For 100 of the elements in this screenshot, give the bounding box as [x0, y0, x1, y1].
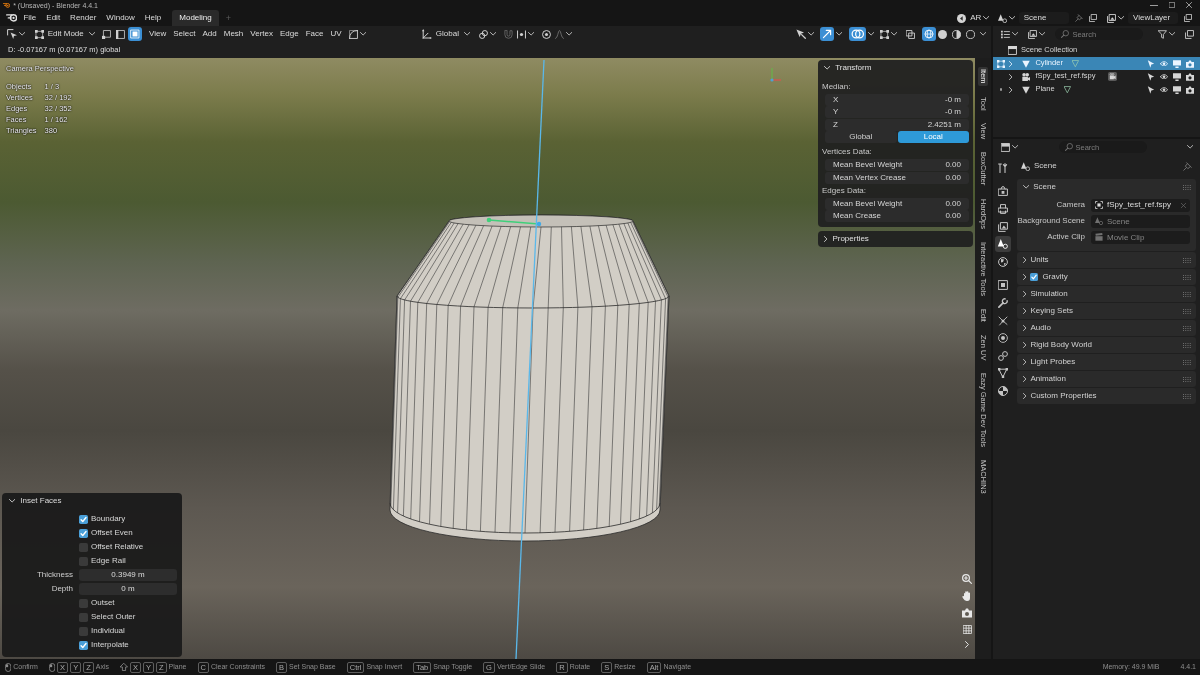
section-title[interactable]: Simulation	[1030, 289, 1068, 299]
number-field[interactable]: Mean Bevel Weight 0.00	[825, 159, 969, 171]
orientation-dropdown[interactable]: Global	[432, 29, 463, 39]
chevron-down-icon[interactable]	[1117, 16, 1124, 20]
image-stack-icon[interactable]	[1028, 29, 1038, 39]
chevron-right-icon[interactable]	[1023, 274, 1027, 280]
printer-icon[interactable]	[998, 204, 1008, 214]
scene-field[interactable]: Scene	[1091, 214, 1190, 228]
triangle-outline-icon[interactable]	[1063, 86, 1071, 93]
addon-dropdown[interactable]: AR	[966, 13, 982, 23]
material-sphere-icon[interactable]	[952, 29, 962, 39]
wrench-icon[interactable]	[998, 297, 1008, 308]
menu-item[interactable]: UV	[326, 29, 346, 39]
checkbox[interactable]	[79, 598, 88, 608]
section-title[interactable]: Scene	[1033, 182, 1056, 192]
chevron-down-icon[interactable]	[1012, 32, 1019, 36]
edge-select-icon[interactable]	[116, 29, 125, 39]
link-icon[interactable]	[478, 29, 488, 39]
app-logo-icon[interactable]	[6, 14, 18, 22]
pin-icon[interactable]	[1183, 161, 1192, 171]
section-title[interactable]: Light Probes	[1030, 357, 1076, 367]
checkbox[interactable]	[79, 528, 88, 538]
number-field[interactable]: Y -0 m	[825, 106, 969, 118]
view-layer-field[interactable]: ViewLayer	[1128, 12, 1178, 24]
drag-handle-icon[interactable]	[1183, 393, 1191, 399]
section-title[interactable]: Keying Sets	[1030, 306, 1074, 316]
cursor-icon[interactable]	[796, 29, 807, 39]
menu-item[interactable]: Vertex	[246, 29, 277, 39]
checkbox[interactable]	[79, 640, 88, 650]
cursor-box-icon[interactable]	[7, 29, 17, 39]
chevron-right-icon[interactable]	[1023, 308, 1027, 314]
chevron-down-icon[interactable]	[1168, 32, 1175, 36]
chevron-down-icon[interactable]	[979, 32, 986, 36]
menu-item[interactable]: Face	[302, 29, 327, 39]
camera-tile-icon[interactable]	[1108, 72, 1118, 81]
menu-item[interactable]: Mesh	[220, 29, 247, 39]
panel-title[interactable]: Transform	[835, 63, 872, 73]
chevron-right-icon[interactable]	[1023, 376, 1027, 382]
ring-dot-icon[interactable]	[998, 333, 1008, 344]
drag-handle-icon[interactable]	[1183, 274, 1191, 280]
monitor-icon[interactable]	[1173, 72, 1181, 81]
chevron-down-icon[interactable]	[983, 16, 990, 20]
triangle-data-icon[interactable]	[998, 368, 1008, 379]
camera-icon[interactable]	[962, 608, 972, 618]
image-stack-icon[interactable]	[998, 221, 1008, 232]
wrench-screwdriver-icon[interactable]	[998, 162, 1008, 173]
chevron-down-icon[interactable]	[1039, 32, 1046, 36]
chevron-down-icon[interactable]	[9, 499, 16, 503]
menu-item[interactable]: Select	[169, 29, 199, 39]
vertex-select-icon[interactable]	[102, 29, 111, 39]
close-icon[interactable]	[1186, 2, 1192, 8]
chevron-down-icon[interactable]	[891, 32, 898, 36]
stacked-pages-icon[interactable]	[1088, 14, 1097, 22]
menu-item[interactable]: Add	[199, 29, 221, 39]
linked-rings-icon[interactable]	[998, 350, 1008, 361]
chevron-right-icon[interactable]	[1023, 342, 1027, 348]
vertex-square-icon[interactable]	[35, 29, 45, 39]
monitor-icon[interactable]	[1173, 85, 1181, 94]
number-field[interactable]: Mean Bevel Weight 0.00	[825, 197, 969, 210]
checkbox[interactable]	[1030, 273, 1039, 281]
chevron-down-icon[interactable]	[1023, 185, 1030, 189]
chevron-right-icon[interactable]	[1023, 325, 1027, 331]
menu-item[interactable]: Window	[101, 13, 140, 23]
drag-handle-icon[interactable]	[1183, 342, 1191, 348]
stacked-pages-icon[interactable]	[1185, 29, 1194, 39]
chevron-right-icon[interactable]	[1009, 86, 1013, 93]
drag-handle-icon[interactable]	[1183, 257, 1191, 263]
hand-icon[interactable]	[962, 591, 972, 601]
chevron-right-icon[interactable]	[1009, 73, 1013, 80]
menu-item[interactable]: File	[18, 13, 42, 23]
clip-field[interactable]: Movie Clip	[1091, 230, 1190, 244]
number-field[interactable]: Mean Vertex Crease 0.00	[825, 171, 969, 184]
drag-handle-icon[interactable]	[1183, 184, 1191, 190]
chevron-down-icon[interactable]	[19, 32, 26, 36]
chevron-down-icon[interactable]	[836, 32, 843, 36]
xray-icon[interactable]	[906, 29, 916, 39]
chevron-right-icon[interactable]	[1023, 257, 1027, 263]
chevron-down-icon[interactable]	[1186, 145, 1193, 149]
number-field[interactable]: X -0 m	[825, 93, 969, 106]
mode-dropdown[interactable]: Edit Mode	[44, 29, 88, 39]
menu-item[interactable]: Edit	[41, 13, 66, 23]
chevron-right-icon[interactable]	[1023, 359, 1027, 365]
axes-icon[interactable]	[422, 29, 433, 39]
maximize-icon[interactable]	[1169, 2, 1175, 8]
left-arrow-circle-icon[interactable]	[957, 13, 967, 23]
camera-outline-icon[interactable]	[998, 186, 1008, 197]
section-title[interactable]: Rigid Body World	[1030, 340, 1093, 350]
number-field[interactable]: Z 2.4251 m	[825, 118, 969, 131]
checkbox[interactable]	[79, 542, 88, 552]
chevron-down-icon[interactable]	[89, 32, 96, 36]
checkbox[interactable]	[79, 514, 88, 524]
overlay-circles-icon[interactable]	[848, 27, 867, 41]
chevron-right-icon[interactable]	[824, 235, 828, 242]
chevron-right-icon[interactable]	[1023, 291, 1027, 297]
chevron-right-icon[interactable]	[1023, 393, 1027, 399]
checkbox[interactable]	[79, 556, 88, 566]
globe-icon[interactable]	[998, 256, 1008, 267]
workspace-tab[interactable]: Modeling	[172, 10, 219, 26]
editor-type-icon[interactable]	[1001, 142, 1010, 152]
section-title[interactable]: Custom Properties	[1030, 391, 1097, 401]
